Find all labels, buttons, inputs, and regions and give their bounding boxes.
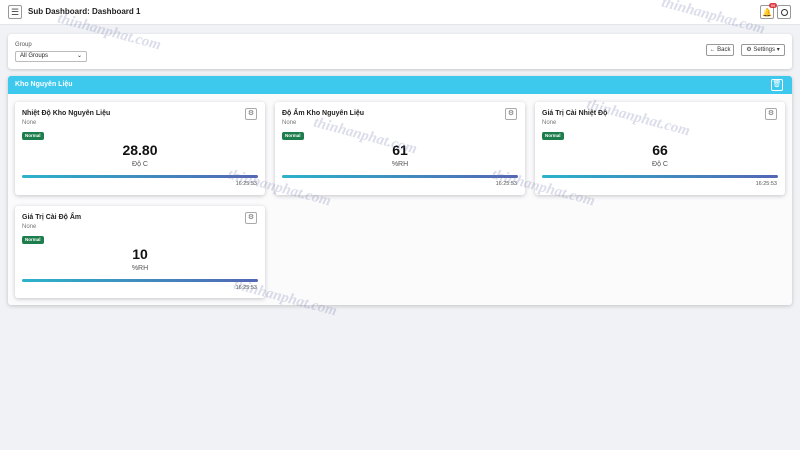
timestamp: 16:25:53 xyxy=(495,181,517,187)
value-bar xyxy=(282,175,518,178)
timestamp: 16:25:53 xyxy=(235,181,257,187)
gear-icon[interactable]: ⚙ xyxy=(505,108,517,120)
sensor-card: Giá Trị Cài Nhiệt Độ None ⚙ Normal 66 Độ… xyxy=(535,102,785,195)
gear-icon[interactable]: ⚙ xyxy=(765,108,777,120)
settings-button[interactable]: ⚙ Settings ▾ xyxy=(741,44,785,56)
gear-icon[interactable]: ⚙ xyxy=(245,212,257,224)
status-badge: Normal xyxy=(22,132,44,140)
group-section: Kho Nguyên Liệu 🗑 Nhiệt Độ Kho Nguyên Li… xyxy=(8,76,792,305)
sensor-unit: %RH xyxy=(391,161,409,168)
card-title: Độ Ẩm Kho Nguyên Liệu xyxy=(282,110,365,117)
sensor-value: 28.80 xyxy=(122,142,158,158)
group-title: Kho Nguyên Liệu xyxy=(15,81,73,88)
value-bar xyxy=(22,175,258,178)
status-badge: Normal xyxy=(22,236,44,244)
theme-toggle-button[interactable] xyxy=(777,5,791,19)
card-title: Giá Trị Cài Độ Ẩm xyxy=(22,214,82,221)
card-title: Nhiệt Độ Kho Nguyên Liệu xyxy=(22,110,111,117)
card-subtitle: None xyxy=(542,120,557,126)
timestamp: 16:25:53 xyxy=(235,285,257,291)
group-header: Kho Nguyên Liệu 🗑 xyxy=(8,76,792,94)
group-select[interactable]: All Groups ⌄ xyxy=(15,51,87,62)
back-button[interactable]: ← Back xyxy=(706,44,734,56)
sensor-value: 61 xyxy=(392,142,408,158)
sensor-unit: Độ C xyxy=(132,161,148,168)
top-bar: ☰ Sub Dashboard: Dashboard 1 🔔 99 xyxy=(0,0,800,25)
card-subtitle: None xyxy=(22,120,37,126)
hamburger-icon[interactable]: ☰ xyxy=(8,5,22,19)
sensor-value: 66 xyxy=(652,142,668,158)
page-title: Sub Dashboard: Dashboard 1 xyxy=(28,7,141,16)
sensor-card: Độ Ẩm Kho Nguyên Liệu None ⚙ Normal 61 %… xyxy=(275,102,525,195)
chevron-down-icon: ⌄ xyxy=(76,53,82,59)
value-bar xyxy=(542,175,778,178)
status-badge: Normal xyxy=(542,132,564,140)
card-subtitle: None xyxy=(282,120,297,126)
sensor-card: Giá Trị Cài Độ Ẩm None ⚙ Normal 10 %RH 1… xyxy=(15,206,265,298)
sensor-unit: Độ C xyxy=(652,161,668,168)
group-label: Group xyxy=(15,42,32,48)
card-subtitle: None xyxy=(22,224,37,230)
gear-icon[interactable]: ⚙ xyxy=(245,108,257,120)
sensor-card: Nhiệt Độ Kho Nguyên Liệu None ⚙ Normal 2… xyxy=(15,102,265,195)
notification-badge: 99 xyxy=(769,3,777,8)
sensor-unit: %RH xyxy=(131,265,149,272)
theme-toggle-icon xyxy=(780,8,788,16)
status-badge: Normal xyxy=(282,132,304,140)
value-bar xyxy=(22,279,258,282)
group-select-value: All Groups xyxy=(20,53,49,59)
card-title: Giá Trị Cài Nhiệt Độ xyxy=(542,110,608,117)
trash-icon[interactable]: 🗑 xyxy=(771,79,783,91)
sensor-value: 10 xyxy=(132,246,148,262)
filter-panel: Group All Groups ⌄ ← Back ⚙ Settings ▾ xyxy=(8,34,792,69)
timestamp: 16:25:53 xyxy=(755,181,777,187)
